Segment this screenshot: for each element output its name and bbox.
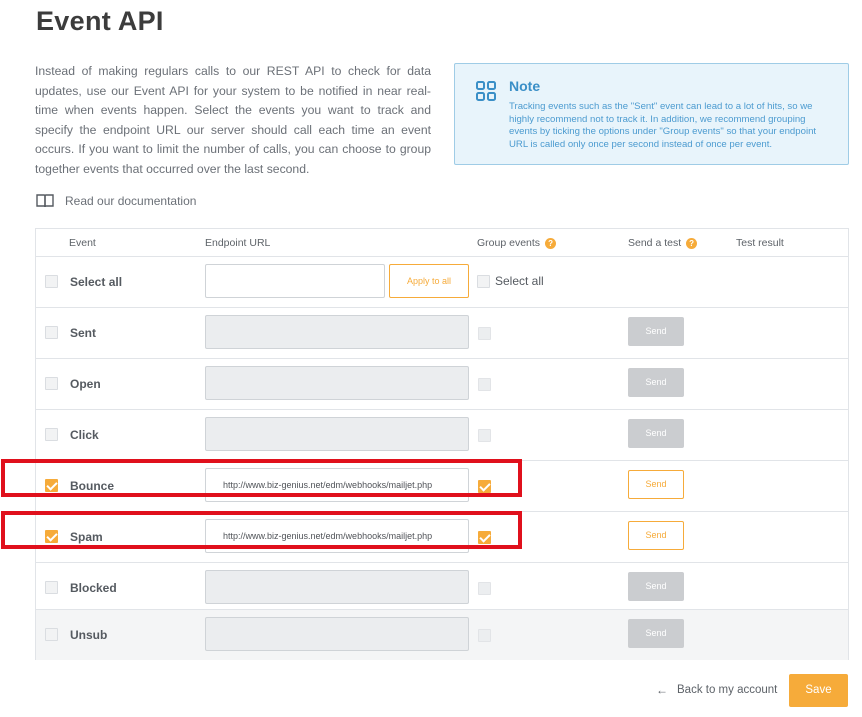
save-button[interactable]: Save (789, 674, 848, 707)
event-checkbox[interactable] (45, 628, 58, 641)
documentation-label: Read our documentation (65, 194, 197, 208)
endpoint-input-all[interactable] (205, 264, 385, 298)
event-label: Open (70, 377, 101, 391)
group-checkbox[interactable] (478, 378, 491, 391)
send-button[interactable]: Send (628, 572, 684, 601)
highlight-box-spam (1, 511, 522, 549)
arrow-left-icon: ← (656, 683, 668, 697)
group-checkbox[interactable] (478, 327, 491, 340)
grid-icon (476, 81, 496, 101)
header-send-test: Send a test? (628, 237, 698, 249)
event-checkbox[interactable] (45, 428, 58, 441)
note-text: Tracking events such as the "Sent" event… (509, 101, 817, 150)
back-label: Back to my account (677, 684, 778, 696)
event-checkbox[interactable] (45, 377, 58, 390)
table-row: Open Send (36, 358, 848, 409)
event-label: Sent (70, 326, 97, 340)
select-all-checkbox[interactable] (45, 275, 58, 288)
send-button[interactable]: Send (628, 368, 684, 397)
table-row: Sent Send (36, 307, 848, 358)
endpoint-input[interactable] (205, 315, 469, 349)
table-header: Event Endpoint URL Group events? Send a … (36, 229, 848, 256)
header-event: Event (69, 237, 96, 249)
send-button[interactable]: Send (628, 619, 684, 648)
group-select-all-label: Select all (495, 274, 544, 288)
send-button[interactable]: Send (628, 470, 684, 499)
endpoint-input[interactable] (205, 617, 469, 651)
endpoint-input[interactable] (205, 366, 469, 400)
group-checkbox[interactable] (478, 582, 491, 595)
table-row: Unsub Send (36, 609, 848, 660)
group-select-all-checkbox[interactable] (477, 275, 490, 288)
event-checkbox[interactable] (45, 326, 58, 339)
events-table: Event Endpoint URL Group events? Send a … (35, 228, 849, 660)
header-test-result: Test result (736, 237, 784, 249)
back-to-account-link[interactable]: ← Back to my account (656, 683, 777, 697)
group-checkbox[interactable] (478, 629, 491, 642)
book-icon (36, 194, 54, 208)
event-label: Blocked (70, 581, 117, 595)
documentation-link[interactable]: Read our documentation (36, 193, 196, 209)
intro-text: Instead of making regulars calls to our … (35, 64, 431, 176)
table-row: Click Send (36, 409, 848, 460)
select-all-label: Select all (70, 275, 123, 289)
endpoint-input[interactable] (205, 570, 469, 604)
send-button[interactable]: Send (628, 419, 684, 448)
help-icon[interactable]: ? (545, 237, 557, 249)
send-button[interactable]: Send (628, 317, 684, 346)
header-endpoint: Endpoint URL (205, 237, 271, 249)
send-button[interactable]: Send (628, 521, 684, 550)
help-icon[interactable]: ? (686, 237, 698, 249)
group-checkbox[interactable] (478, 429, 491, 442)
event-label: Unsub (70, 628, 108, 642)
note-title: Note (509, 78, 541, 94)
page-title: Event API (36, 6, 164, 36)
apply-to-all-button[interactable]: Apply to all (389, 264, 469, 298)
endpoint-input[interactable] (205, 417, 469, 451)
table-row: Blocked Send (36, 562, 848, 613)
note-box: Note Tracking events such as the "Sent" … (454, 63, 849, 165)
event-label: Click (70, 428, 99, 442)
event-checkbox[interactable] (45, 581, 58, 594)
highlight-box-bounce (1, 459, 522, 497)
select-all-row: Select all Apply to all Select all (36, 256, 848, 307)
header-group-events: Group events? (477, 237, 557, 249)
